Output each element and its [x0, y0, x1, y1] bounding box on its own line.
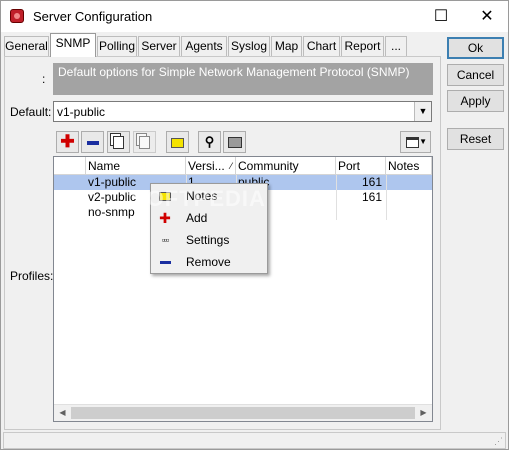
chevron-down-icon: ▼ — [419, 137, 427, 146]
column-divider — [336, 175, 337, 220]
column-header-name[interactable]: Name — [86, 157, 186, 175]
server-configuration-window: Server Configuration ☐ ✕ General SNMP Po… — [0, 0, 509, 450]
scroll-left-icon[interactable]: ◀ — [54, 405, 71, 421]
remove-button[interactable] — [81, 131, 104, 153]
cell-port — [336, 205, 382, 220]
cell-name: no-snmp — [88, 205, 135, 219]
paste-button[interactable] — [133, 131, 156, 153]
menu-item-settings[interactable]: ▫▫▫ Settings — [153, 229, 265, 251]
menu-item-remove[interactable]: Remove — [153, 251, 265, 273]
tab-map[interactable]: Map — [271, 36, 302, 57]
column-header-notes[interactable]: Notes — [386, 157, 432, 175]
description-box: Default options for Simple Network Manag… — [53, 63, 433, 95]
folder-icon — [171, 137, 184, 148]
maximize-icon: ☐ — [433, 8, 449, 25]
default-profile-select[interactable]: v1-public ▼ — [53, 101, 432, 122]
apply-button[interactable]: Apply — [447, 90, 504, 112]
copy-icon — [113, 136, 124, 150]
tab-report[interactable]: Report — [341, 36, 384, 57]
paste-icon — [139, 136, 150, 150]
binoculars-icon: ⚲ — [204, 134, 215, 149]
tab-server[interactable]: Server — [138, 36, 180, 57]
column-header-version[interactable]: Versi... ⁄ — [186, 157, 236, 175]
sort-icon: ⁄ — [230, 161, 232, 171]
cell-port: 161 — [361, 190, 382, 204]
watermark: SOFTPEDIA — [131, 186, 266, 211]
close-icon: ✕ — [480, 8, 494, 25]
dots-icon: ▫▫▫ — [161, 235, 170, 245]
ok-button[interactable]: Ok — [447, 37, 504, 59]
cell-name: v2-public — [88, 190, 137, 204]
reset-button[interactable]: Reset — [447, 128, 504, 150]
tab-more[interactable]: ... — [385, 36, 407, 57]
menu-item-label: Settings — [186, 233, 230, 247]
tab-polling[interactable]: Polling — [97, 36, 137, 57]
title-bar: Server Configuration ☐ ✕ — [1, 1, 508, 32]
column-header-version-label: Versi... — [188, 159, 225, 173]
column-header-port[interactable]: Port — [336, 157, 386, 175]
cancel-button[interactable]: Cancel — [447, 64, 504, 86]
close-button[interactable]: ✕ — [464, 1, 509, 32]
cell-name: v1-public — [88, 175, 137, 189]
scrollbar-thumb[interactable] — [71, 407, 415, 419]
tab-chart[interactable]: Chart — [303, 36, 340, 57]
print-button[interactable] — [223, 131, 246, 153]
cell-port: 161 — [361, 175, 382, 189]
tab-snmp[interactable]: SNMP — [50, 33, 96, 57]
menu-item-label: Add — [186, 211, 208, 225]
horizontal-scrollbar[interactable]: ◀ ▶ — [54, 404, 432, 421]
menu-item-label: Remove — [186, 255, 231, 269]
default-profile-value: v1-public — [57, 105, 106, 119]
description-colon: : — [42, 72, 46, 86]
dropdown-arrow-icon[interactable]: ▼ — [414, 102, 431, 121]
tab-syslog[interactable]: Syslog — [228, 36, 270, 57]
window-title: Server Configuration — [33, 9, 153, 24]
add-button[interactable]: ✚ — [56, 131, 79, 153]
scroll-right-icon[interactable]: ▶ — [415, 405, 432, 421]
row-header-column — [54, 157, 86, 175]
tab-agents[interactable]: Agents — [181, 36, 227, 57]
tab-general[interactable]: General — [4, 36, 49, 57]
column-header-community[interactable]: Community — [236, 157, 336, 175]
plus-icon: ✚ — [159, 210, 171, 226]
copy-button[interactable] — [107, 131, 130, 153]
find-button[interactable]: ⚲ — [198, 131, 221, 153]
column-divider — [386, 175, 387, 220]
app-icon — [10, 9, 24, 23]
status-bar: ⋰ — [3, 432, 506, 449]
columns-button[interactable]: ▼ — [400, 131, 431, 153]
window-icon — [406, 137, 419, 148]
notes-button[interactable] — [166, 131, 189, 153]
printer-icon — [227, 137, 242, 149]
minus-icon — [158, 255, 172, 269]
default-label: Default: — [10, 105, 52, 119]
profiles-label: Profiles: — [10, 269, 54, 283]
resize-grip-icon[interactable]: ⋰ — [494, 436, 503, 447]
minus-icon — [86, 140, 99, 145]
plus-icon: ✚ — [60, 132, 75, 151]
maximize-button[interactable]: ☐ — [418, 1, 464, 32]
